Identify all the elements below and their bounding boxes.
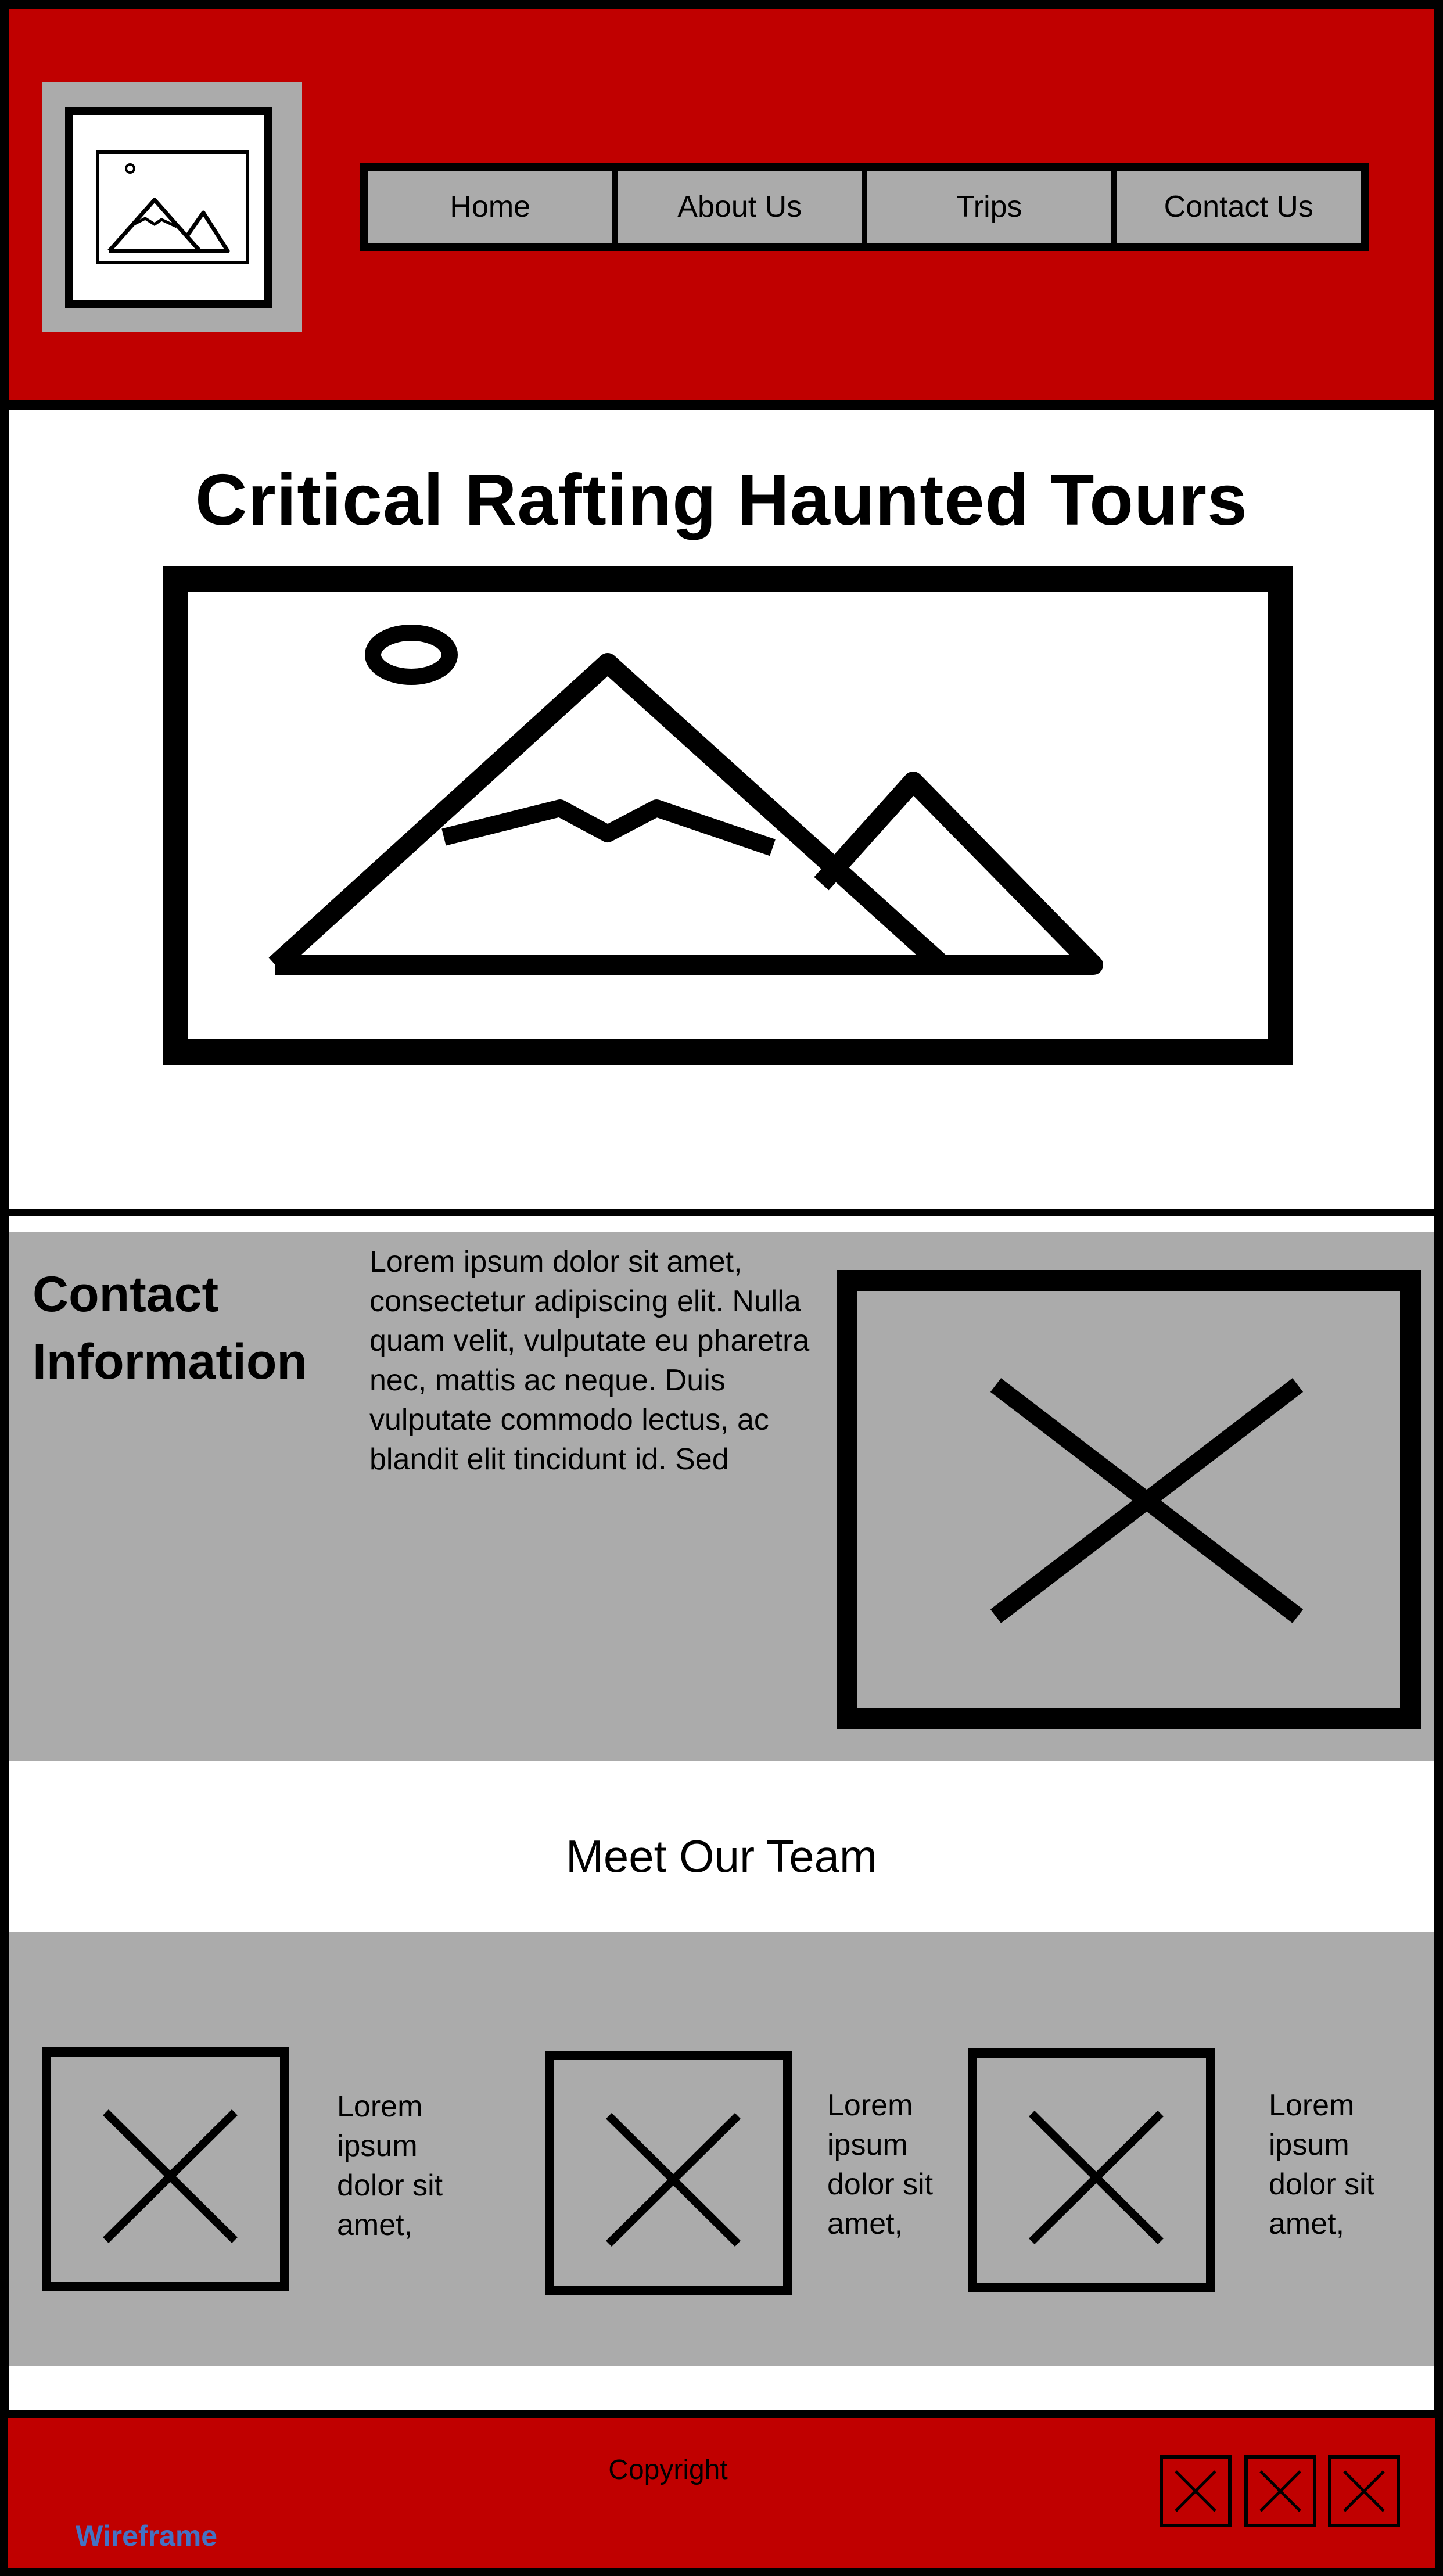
team-member-1-photo-icon [42,2047,289,2291]
wireframe-label: Wireframe [76,2520,218,2552]
main-nav: Home About Us Trips Contact Us [360,163,1369,251]
social-icon-3[interactable] [1328,2455,1400,2527]
contact-body-text: Lorem ipsum dolor sit amet, consectetur … [369,1245,810,1476]
social-icon-1[interactable] [1160,2455,1232,2527]
team-member-3-text: Lorem ipsum dolor sit amet, [1269,2089,1375,2241]
team-member-2-text: Lorem ipsum dolor sit amet, [827,2089,934,2241]
image-placeholder-x-icon [837,1270,1421,1729]
contact-title: Contact Information [33,1261,358,1395]
team-title: Meet Our Team [565,1831,878,1882]
copyright-text: Copyright [608,2455,728,2485]
page-border-left [0,410,9,2410]
team-member-3-photo-icon [968,2048,1215,2292]
contact-title-line2: Information [33,1334,307,1390]
team-member-1-text: Lorem ipsum dolor sit amet, [337,2090,443,2242]
team-member-2-photo-icon [545,2051,792,2295]
nav-contact-us[interactable]: Contact Us [1117,171,1361,243]
mountain-image-icon [163,566,1293,1065]
hero-title: Critical Rafting Haunted Tours [195,460,1248,540]
logo-image-icon[interactable] [65,107,272,308]
nav-about-us[interactable]: About Us [618,171,867,243]
social-icon-2[interactable] [1244,2455,1316,2527]
nav-home[interactable]: Home [368,171,618,243]
contact-title-line1: Contact [33,1267,219,1322]
page-border-right [1434,410,1443,2410]
nav-trips[interactable]: Trips [867,171,1117,243]
